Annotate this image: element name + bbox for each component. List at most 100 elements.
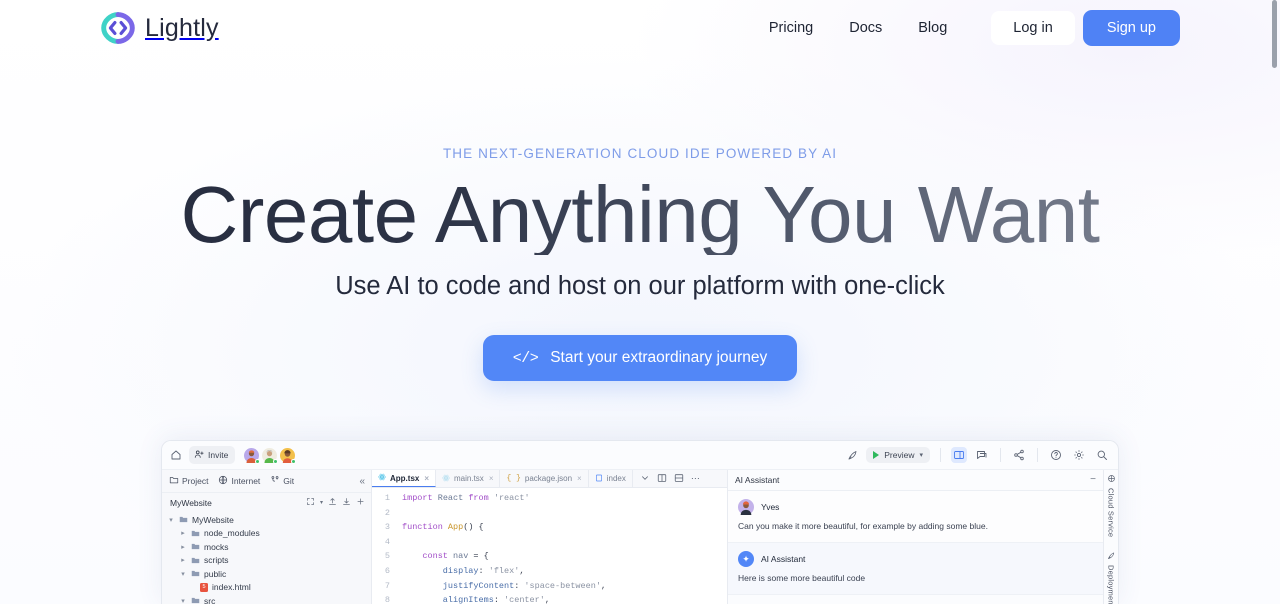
rocket-icon[interactable]: [847, 449, 859, 461]
tree-item-src[interactable]: ▾ src: [162, 594, 371, 604]
chat-message-author: AI Assistant: [761, 553, 806, 564]
editor-tab-main-tsx[interactable]: main.tsx ×: [436, 470, 501, 487]
nav-link-blog[interactable]: Blog: [918, 20, 947, 36]
cloud-service-icon: [1107, 474, 1116, 485]
tree-item-index-html[interactable]: 5 index.html: [162, 581, 371, 595]
ide-body: Project Internet Git « MyWebsite ▾ ▾ MyW…: [162, 470, 1118, 604]
share-icon[interactable]: [1011, 447, 1027, 463]
rail-item-cloud-service[interactable]: Cloud Service: [1107, 474, 1116, 543]
folder-icon: [179, 515, 188, 524]
login-button[interactable]: Log in: [991, 11, 1075, 45]
start-journey-button[interactable]: </> Start your extraordinary journey: [482, 335, 798, 381]
chevron-down-icon[interactable]: ▾: [179, 570, 187, 578]
plus-icon[interactable]: [356, 497, 365, 508]
tree-item-node-modules[interactable]: ▸ node_modules: [162, 527, 371, 541]
chat-icon[interactable]: [974, 447, 990, 463]
close-icon[interactable]: ×: [424, 474, 429, 483]
home-icon[interactable]: [170, 449, 182, 461]
editor-tab-controls: ⋯: [633, 470, 708, 487]
play-icon: [873, 451, 880, 459]
toolbar-divider: [1000, 448, 1001, 462]
tree-item-label: index.html: [212, 582, 251, 593]
right-side-rail: Cloud Service Deployment: [1103, 470, 1118, 604]
line-number-gutter: 1 2 3 4 5 6 7 8: [372, 491, 396, 604]
tree-item-public[interactable]: ▾ public: [162, 567, 371, 581]
explorer-tab-project[interactable]: Project: [169, 475, 208, 487]
chat-message-author: Yves: [761, 502, 780, 512]
more-icon[interactable]: ⋯: [691, 474, 701, 483]
code-lines: import React from 'react' function App()…: [396, 491, 727, 604]
tree-item-label: src: [204, 595, 216, 604]
preview-button[interactable]: Preview ▾: [866, 447, 930, 463]
explorer-tab-label: Git: [283, 476, 295, 486]
tree-item-scripts[interactable]: ▸ scripts: [162, 554, 371, 568]
code-line: justifyContent: 'space-between',: [402, 580, 607, 591]
collapse-all-icon[interactable]: [306, 497, 315, 508]
line-number: 3: [384, 522, 390, 533]
toolbar-divider: [940, 448, 941, 462]
explorer-tab-git[interactable]: Git: [270, 475, 294, 487]
gear-icon[interactable]: [1071, 447, 1087, 463]
editor-tab-app-tsx[interactable]: App.tsx ×: [372, 470, 437, 487]
explorer-tab-label: Project: [182, 476, 209, 486]
code-area[interactable]: 1 2 3 4 5 6 7 8 import React from 'react…: [372, 488, 727, 604]
line-number: 6: [384, 565, 390, 576]
tree-item-label: MyWebsite: [192, 514, 234, 525]
minimize-icon[interactable]: −: [1090, 475, 1096, 485]
upload-icon[interactable]: [328, 497, 337, 508]
chevron-down-icon[interactable]: [640, 473, 650, 485]
code-line: display: 'flex',: [402, 565, 525, 576]
split-vertical-icon[interactable]: [657, 473, 667, 485]
chevron-down-icon[interactable]: ▾: [167, 516, 175, 524]
chevron-down-icon: ▾: [919, 452, 923, 459]
close-icon[interactable]: ×: [489, 474, 494, 483]
editor-tab-label: main.tsx: [454, 474, 484, 483]
tree-item-label: mocks: [204, 541, 229, 552]
tree-item-label: node_modules: [204, 528, 260, 539]
react-icon: [378, 473, 386, 483]
explorer-tab-label: Internet: [231, 476, 261, 486]
avatar[interactable]: [244, 447, 261, 464]
start-journey-label: Start your extraordinary journey: [550, 349, 768, 366]
line-number: 7: [384, 580, 390, 591]
close-icon[interactable]: ×: [577, 474, 582, 483]
code-line: function App() {: [402, 522, 484, 533]
editor-tab-package-json[interactable]: { } package.json ×: [500, 470, 589, 487]
layout-panel-icon[interactable]: [951, 447, 967, 463]
explorer-tab-internet[interactable]: Internet: [218, 475, 260, 487]
download-icon[interactable]: [342, 497, 351, 508]
nav-links: Pricing Docs Blog: [769, 20, 947, 36]
page-scrollbar-thumb[interactable]: [1272, 0, 1277, 68]
editor-tab-index[interactable]: index: [589, 470, 633, 487]
chevron-down-icon[interactable]: ▾: [320, 499, 323, 506]
tree-item-mocks[interactable]: ▸ mocks: [162, 540, 371, 554]
chevron-down-icon[interactable]: ▾: [179, 597, 187, 604]
line-number: 5: [384, 551, 390, 562]
search-icon[interactable]: [1094, 447, 1110, 463]
invite-button[interactable]: Invite: [189, 446, 236, 464]
nav-link-pricing[interactable]: Pricing: [769, 20, 813, 36]
collapse-sidebar-icon[interactable]: «: [359, 476, 365, 487]
brand-name: Lightly: [145, 13, 219, 42]
chevron-right-icon[interactable]: ▸: [179, 529, 187, 537]
signup-button[interactable]: Sign up: [1082, 10, 1180, 46]
nav-link-docs[interactable]: Docs: [849, 20, 882, 36]
chevron-right-icon[interactable]: ▸: [179, 556, 187, 564]
folder-icon: [191, 596, 200, 604]
online-dot: [273, 458, 279, 464]
brand-logo-link[interactable]: Lightly: [100, 11, 219, 45]
tree-item-mywebsite[interactable]: ▾ MyWebsite: [162, 513, 371, 527]
folder-icon: [191, 529, 200, 538]
rail-item-deployment[interactable]: Deployment: [1107, 551, 1116, 604]
help-circle-icon[interactable]: [1048, 447, 1064, 463]
line-number: 2: [384, 507, 390, 518]
hero-section: THE NEXT-GENERATION CLOUD IDE POWERED BY…: [0, 0, 1280, 381]
avatar[interactable]: [262, 447, 279, 464]
split-horizontal-icon[interactable]: [674, 473, 684, 485]
chevron-right-icon[interactable]: ▸: [179, 543, 187, 551]
tree-item-label: scripts: [204, 555, 229, 566]
avatar[interactable]: [280, 447, 297, 464]
preview-label: Preview: [884, 450, 915, 460]
